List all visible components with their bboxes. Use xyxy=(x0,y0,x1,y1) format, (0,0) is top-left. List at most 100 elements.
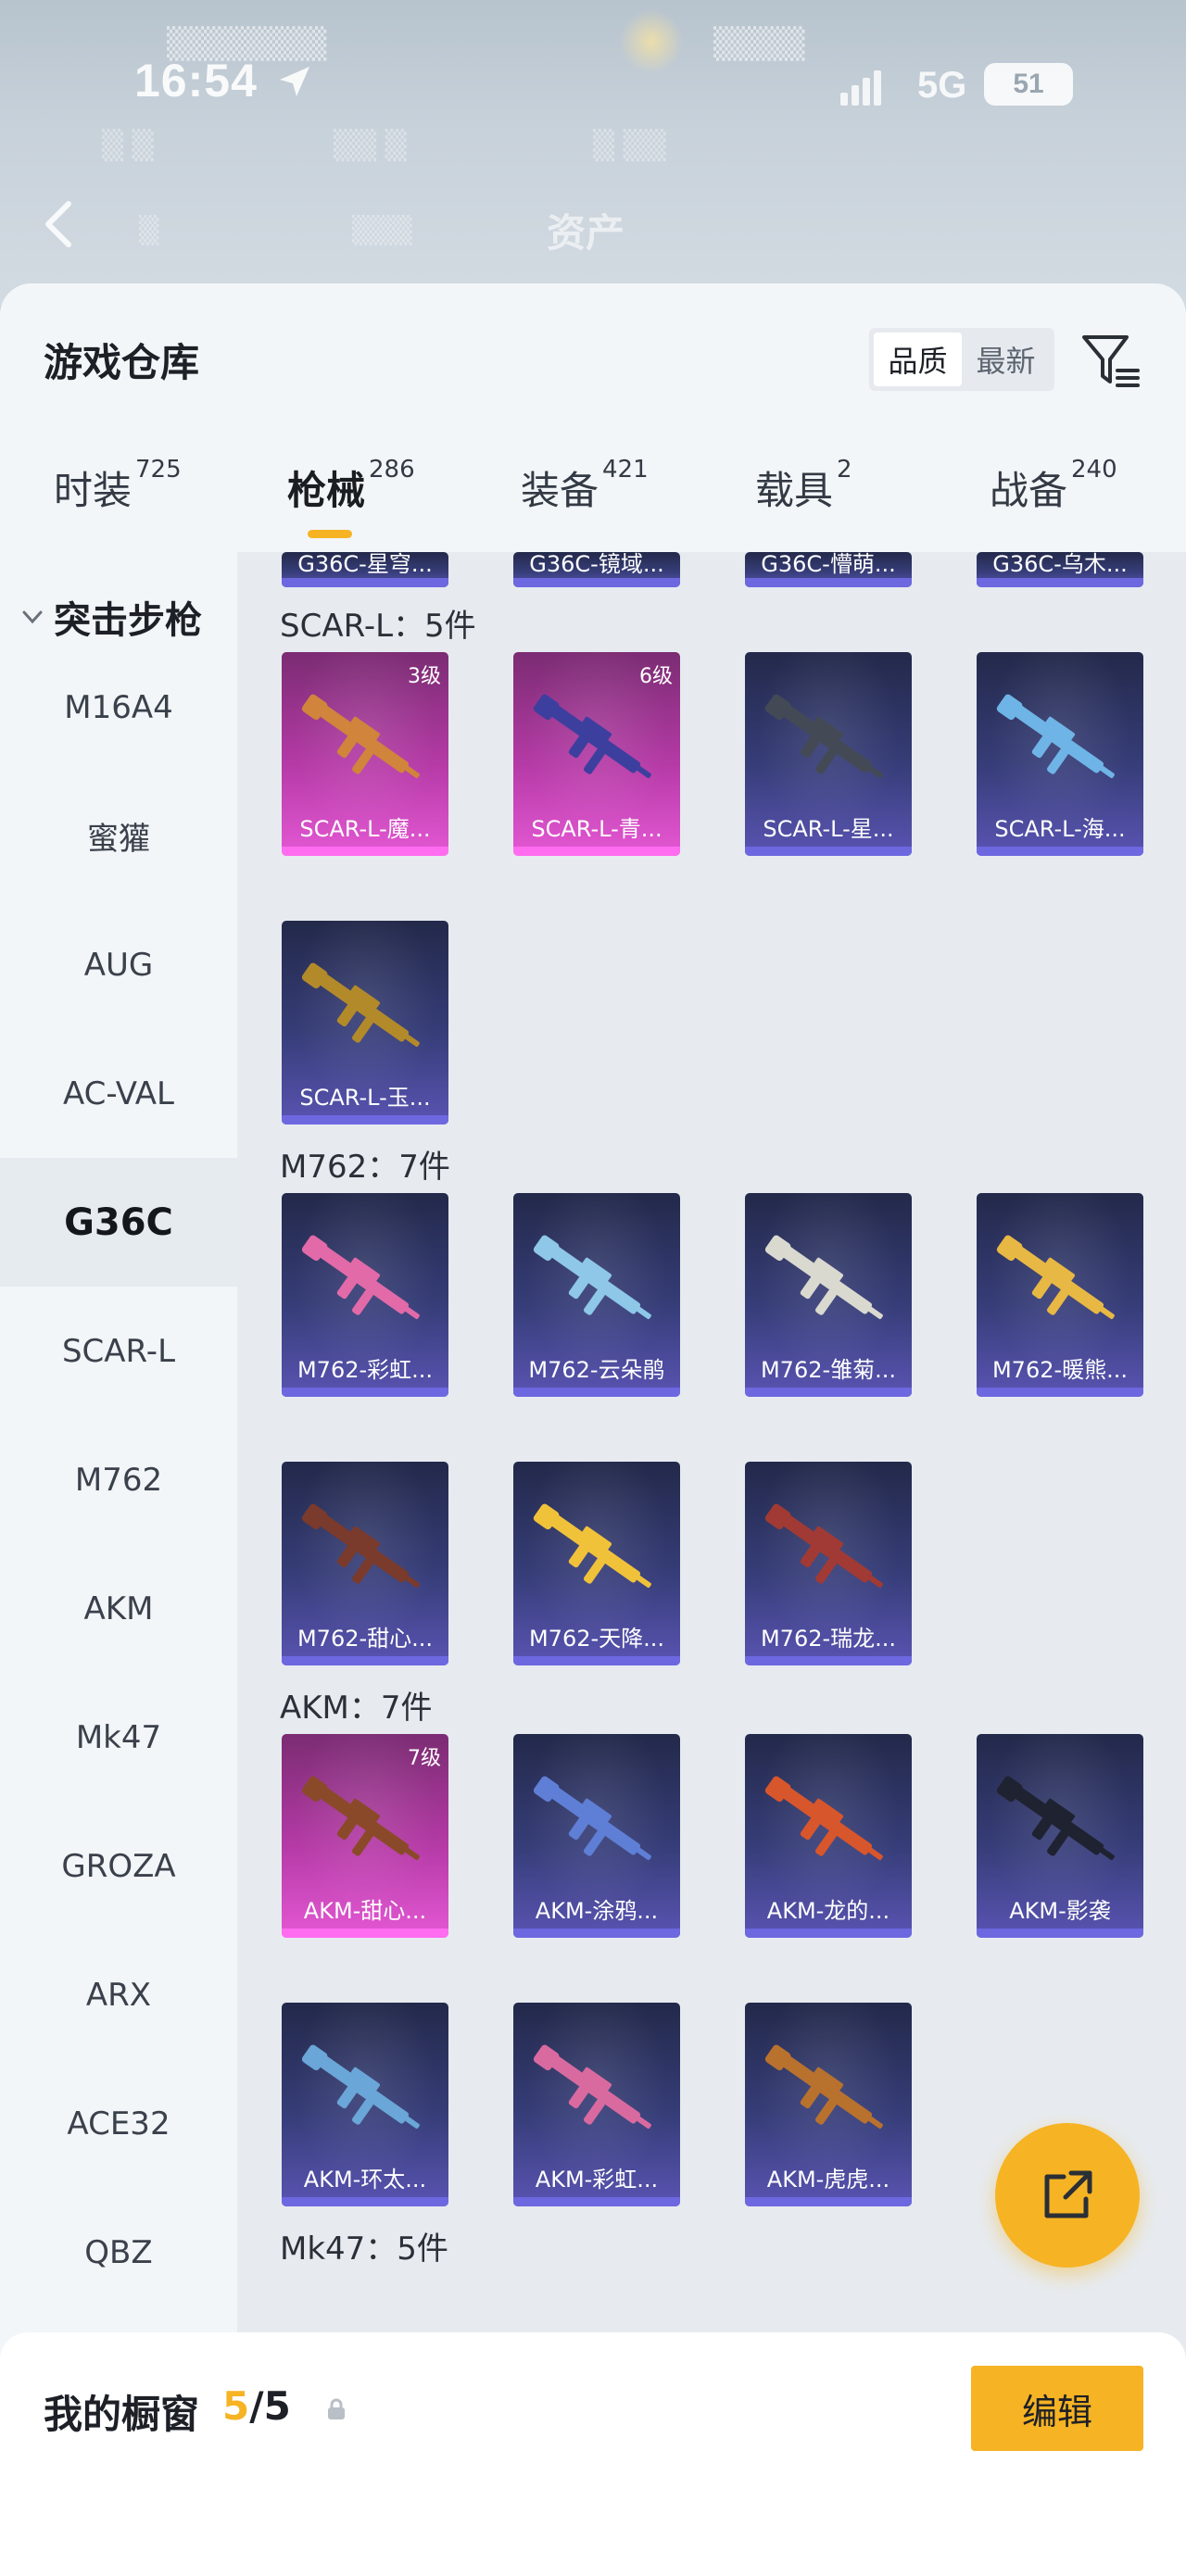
flame-icon xyxy=(619,9,684,74)
weapon-card[interactable]: SCAR-L-玉... xyxy=(282,921,448,1125)
section-label: SCAR-L：5件 xyxy=(280,608,476,645)
tab-label: 时装 xyxy=(54,468,132,513)
rifle-icon xyxy=(301,962,420,1048)
rarity-bar xyxy=(282,2197,448,2206)
weapon-card[interactable]: G36C-懵萌... xyxy=(745,552,912,587)
ghost-text: ▒ ▒▒ xyxy=(593,130,666,162)
backdrop-title: 资产 xyxy=(547,210,625,256)
sidebar-item-9[interactable]: GROZA xyxy=(0,1802,237,1930)
rarity-bar xyxy=(282,1388,448,1397)
weapon-card[interactable]: M762-瑞龙... xyxy=(745,1462,912,1665)
weapon-card-name: M762-瑞龙... xyxy=(760,1626,897,1652)
sidebar-item-2[interactable]: AUG xyxy=(0,900,237,1029)
weapon-card[interactable]: M762-雏菊... xyxy=(745,1193,912,1397)
weapon-card[interactable]: SCAR-L-海... xyxy=(977,652,1143,856)
filter-icon[interactable] xyxy=(1080,330,1142,391)
sidebar-item-11[interactable]: ACE32 xyxy=(0,2059,237,2188)
weapon-card[interactable]: G36C-星穹... xyxy=(282,552,448,587)
rarity-bar xyxy=(745,847,912,856)
weapon-card-name: SCAR-L-星... xyxy=(763,816,894,842)
weapon-level-badge: 7级 xyxy=(408,1747,441,1770)
sidebar-item-7[interactable]: AKM xyxy=(0,1544,237,1673)
weapon-card[interactable]: M762-云朵鹃 xyxy=(513,1193,680,1397)
weapon-card-name: AKM-影袭 xyxy=(1009,1898,1111,1924)
sidebar-item-8[interactable]: Mk47 xyxy=(0,1673,237,1802)
weapon-card-name: M762-暖熊... xyxy=(991,1357,1129,1383)
sidebar-item-6[interactable]: M762 xyxy=(0,1415,237,1544)
sidebar-item-1[interactable]: 蜜獾 xyxy=(0,772,237,900)
sidebar-item-4[interactable]: G36C xyxy=(0,1158,237,1287)
edit-showcase-button[interactable]: 编辑 xyxy=(971,2366,1143,2451)
category-tabs: 时装 725 枪械 286 装备 421 载具 2 战备 240 xyxy=(0,456,1186,552)
weapon-card-name: AKM-涂鸦... xyxy=(535,1898,659,1924)
weapon-card[interactable]: 7级 AKM-甜心... xyxy=(282,1734,448,1938)
sidebar-item-12[interactable]: QBZ xyxy=(0,2188,237,2317)
weapon-grid: G36C-星穹... G36C-镜域... G36C-懵萌... G36C-乌木...… xyxy=(237,552,1186,2576)
weapon-card[interactable]: G36C-镜域... xyxy=(513,552,680,587)
active-tab-indicator xyxy=(308,530,352,538)
weapon-card-name: M762-云朵鹃 xyxy=(528,1357,665,1383)
ghost-text: ▒▒▒ xyxy=(352,215,412,245)
tab-firearms[interactable]: 枪械 286 xyxy=(287,456,415,516)
weapon-card[interactable]: AKM-涂鸦... xyxy=(513,1734,680,1938)
lock-icon xyxy=(328,2398,345,2419)
rifle-icon xyxy=(301,2044,420,2130)
sidebar-item-10[interactable]: ARX xyxy=(0,1930,237,2059)
section-label: Mk47：5件 xyxy=(280,2230,448,2268)
tab-battle-prep[interactable]: 战备 240 xyxy=(990,456,1117,516)
weapon-card[interactable]: M762-彩虹... xyxy=(282,1193,448,1397)
sidebar-group-assault-rifles[interactable]: 突击步枪 xyxy=(0,589,237,645)
weapon-card[interactable]: AKM-环太... xyxy=(282,2003,448,2206)
showcase-title: 我的橱窗 xyxy=(44,2392,200,2437)
sort-toggle: 品质 最新 xyxy=(869,328,1054,391)
weapon-card-name: AKM-彩虹... xyxy=(535,2167,659,2193)
tab-count: 421 xyxy=(602,456,649,484)
tab-count: 240 xyxy=(1071,456,1117,484)
back-arrow-icon[interactable] xyxy=(37,196,83,252)
ghost-text: ▒ xyxy=(139,215,159,245)
weapon-card[interactable]: M762-天降... xyxy=(513,1462,680,1665)
header-backdrop: ▒▒▒▒▒▒▒ ▒▒▒▒ 16:54 5G 51 ▒ ▒ ▒▒ ▒ ▒ ▒▒ ▒… xyxy=(0,0,1186,306)
weapon-card[interactable]: AKM-影袭 xyxy=(977,1734,1143,1938)
weapon-card[interactable]: G36C-乌木... xyxy=(977,552,1143,587)
location-arrow-icon xyxy=(280,67,309,96)
battery-indicator: 51 xyxy=(984,63,1073,106)
weapon-card[interactable]: 3级 SCAR-L-魔... xyxy=(282,652,448,856)
sidebar-item-0[interactable]: M16A4 xyxy=(0,643,237,772)
weapon-card[interactable]: M762-甜心... xyxy=(282,1462,448,1665)
network-label: 5G xyxy=(917,65,967,106)
sort-option-newest[interactable]: 最新 xyxy=(962,333,1050,386)
weapon-card[interactable]: AKM-虎虎... xyxy=(745,2003,912,2206)
ghost-text: ▒ ▒ xyxy=(102,130,154,162)
rarity-bar xyxy=(977,847,1143,856)
showcase-count-total: /5 xyxy=(249,2383,291,2429)
weapon-card[interactable]: AKM-龙的... xyxy=(745,1734,912,1938)
rarity-bar xyxy=(977,578,1143,587)
weapon-card-name: G36C-镜域... xyxy=(529,552,664,577)
weapon-card[interactable]: 6级 SCAR-L-青... xyxy=(513,652,680,856)
rifle-icon xyxy=(533,1503,651,1589)
tab-label: 载具 xyxy=(755,468,834,513)
weapon-level-badge: 3级 xyxy=(408,665,441,688)
tab-equipment[interactable]: 装备 421 xyxy=(521,456,649,516)
tab-fashion[interactable]: 时装 725 xyxy=(54,456,182,516)
rifle-icon xyxy=(764,1235,883,1320)
tab-count: 286 xyxy=(369,456,415,484)
tab-vehicles[interactable]: 载具 2 xyxy=(755,456,852,516)
weapon-card[interactable]: AKM-彩虹... xyxy=(513,2003,680,2206)
rifle-icon xyxy=(764,694,883,779)
rifle-icon xyxy=(301,1503,420,1589)
showcase-count-current: 5 xyxy=(222,2383,250,2429)
tab-label: 装备 xyxy=(521,468,599,513)
weapon-category-sidebar: 突击步枪 M16A4 蜜獾 AUG AC-VAL G36C SCAR-L M762 AKM Mk… xyxy=(0,552,237,2576)
sidebar-item-5[interactable]: SCAR-L xyxy=(0,1287,237,1415)
sort-option-quality[interactable]: 品质 xyxy=(874,333,962,386)
weapon-card-name: M762-雏菊... xyxy=(760,1357,897,1383)
sheet-header: 游戏仓库 品质 最新 时装 725 枪械 286 装备 421 载具 2 战备 240 xyxy=(0,283,1186,552)
weapon-card[interactable]: SCAR-L-星... xyxy=(745,652,912,856)
sidebar-item-3[interactable]: AC-VAL xyxy=(0,1029,237,1158)
rarity-bar xyxy=(513,1929,680,1938)
rifle-icon xyxy=(301,694,420,779)
share-button[interactable] xyxy=(995,2123,1140,2268)
weapon-card[interactable]: M762-暖熊... xyxy=(977,1193,1143,1397)
